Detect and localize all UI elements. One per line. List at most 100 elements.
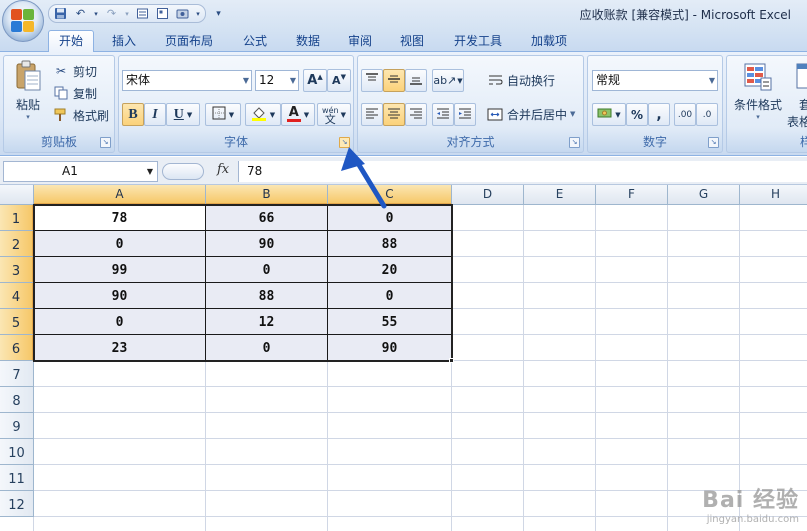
tab-insert[interactable]: 插入 [104, 32, 144, 52]
row-header-3[interactable]: 3 [0, 257, 34, 283]
percent-style-button[interactable]: % [626, 103, 648, 126]
undo-icon[interactable]: ↶ [72, 5, 89, 22]
camera-icon[interactable] [174, 5, 191, 22]
shrink-font-button[interactable]: A ▼ [327, 69, 351, 92]
orientation-button[interactable]: ab↗ ▼ [432, 69, 464, 92]
fill-handle[interactable] [449, 358, 454, 363]
row-header-4[interactable]: 4 [0, 283, 34, 309]
cell-c1[interactable]: 0 [328, 205, 452, 231]
row-header-10[interactable]: 10 [0, 439, 34, 465]
cell-a3[interactable]: 99 [34, 257, 206, 283]
format-as-table-button[interactable]: 套 表格 [787, 62, 807, 130]
copy-button[interactable]: 复制 [52, 82, 97, 104]
tab-page-layout[interactable]: 页面布局 [158, 32, 220, 52]
column-header-h[interactable]: H [740, 185, 807, 205]
align-right-button[interactable] [405, 103, 427, 126]
tab-home[interactable]: 开始 [48, 30, 94, 53]
underline-button[interactable]: U ▼ [166, 103, 200, 126]
phonetic-guide-button[interactable]: wén 文 ▼ [317, 103, 351, 126]
cell-c6[interactable]: 90 [328, 335, 452, 361]
font-name-select[interactable]: 宋体 ▼ [122, 70, 252, 91]
formula-expand-pill[interactable] [162, 163, 204, 180]
cell-a1[interactable]: 78 [34, 205, 206, 231]
font-color-button[interactable]: A ▼ [281, 103, 315, 126]
borders-button[interactable]: ▼ [205, 103, 241, 126]
column-header-c[interactable]: C [328, 185, 452, 205]
redo-icon[interactable]: ↷ [103, 5, 120, 22]
comma-style-button[interactable]: , [648, 103, 670, 126]
column-header-e[interactable]: E [524, 185, 596, 205]
row-header-5[interactable]: 5 [0, 309, 34, 335]
name-box[interactable]: A1 ▼ [3, 161, 158, 182]
column-header-b[interactable]: B [206, 185, 328, 205]
print-preview-icon[interactable] [134, 5, 151, 22]
formula-input[interactable]: 78 [238, 161, 807, 182]
row-header-11[interactable]: 11 [0, 465, 34, 491]
cell-b3[interactable]: 0 [206, 257, 328, 283]
decrease-indent-button[interactable] [432, 103, 454, 126]
customize-qat-icon[interactable]: ▾ [210, 5, 227, 22]
clipboard-launcher-icon[interactable]: ↘ [100, 137, 111, 148]
insert-function-icon[interactable]: fx [217, 162, 229, 177]
cell-b2[interactable]: 90 [206, 231, 328, 257]
cell-c2[interactable]: 88 [328, 231, 452, 257]
tab-view[interactable]: 视图 [392, 32, 432, 52]
cell-b4[interactable]: 88 [206, 283, 328, 309]
tab-developer[interactable]: 开发工具 [446, 32, 510, 52]
cut-button[interactable]: ✂ 剪切 [52, 60, 97, 82]
number-format-select[interactable]: 常规 ▼ [592, 70, 718, 91]
format-painter-button[interactable]: 格式刷 [52, 104, 109, 126]
row-header-9[interactable]: 9 [0, 413, 34, 439]
redo-dropdown-icon[interactable]: ▾ [123, 5, 131, 22]
font-dialog-launcher-icon[interactable]: ↘ [339, 137, 350, 148]
column-header-g[interactable]: G [668, 185, 740, 205]
tab-addins[interactable]: 加载项 [524, 32, 574, 52]
fill-color-button[interactable]: ▼ [245, 103, 281, 126]
cell-c5[interactable]: 55 [328, 309, 452, 335]
align-center-button[interactable] [383, 103, 405, 126]
font-size-select[interactable]: 12 ▼ [255, 70, 299, 91]
increase-indent-button[interactable] [454, 103, 476, 126]
accounting-format-button[interactable]: ▼ [592, 103, 626, 126]
cell-a2[interactable]: 0 [34, 231, 206, 257]
select-all-corner[interactable] [0, 185, 34, 205]
cell-b5[interactable]: 12 [206, 309, 328, 335]
cell-b6[interactable]: 0 [206, 335, 328, 361]
row-header-2[interactable]: 2 [0, 231, 34, 257]
paste-button[interactable]: 粘贴 ▾ [10, 60, 46, 130]
cell-a4[interactable]: 90 [34, 283, 206, 309]
tab-data[interactable]: 数据 [288, 32, 328, 52]
row-header-12[interactable]: 12 [0, 491, 34, 517]
grow-font-button[interactable]: A ▲ [303, 69, 327, 92]
conditional-formatting-button[interactable]: 条件格式 ▾ [731, 62, 785, 121]
column-header-d[interactable]: D [452, 185, 524, 205]
align-left-button[interactable] [361, 103, 383, 126]
row-header-7[interactable]: 7 [0, 361, 34, 387]
more-dropdown-icon[interactable]: ▾ [194, 5, 202, 22]
cell-c4[interactable]: 0 [328, 283, 452, 309]
merge-center-button[interactable]: 合并后居中 ▼ [486, 103, 575, 125]
column-header-a[interactable]: A [34, 185, 206, 205]
alignment-launcher-icon[interactable]: ↘ [569, 137, 580, 148]
cell-c3[interactable]: 20 [328, 257, 452, 283]
align-top-button[interactable] [361, 69, 383, 92]
bold-button[interactable]: B [122, 103, 144, 126]
cell-b1[interactable]: 66 [206, 205, 328, 231]
wrap-text-button[interactable]: 自动换行 [486, 69, 555, 91]
row-header-6[interactable]: 6 [0, 335, 34, 361]
save-icon[interactable] [52, 5, 69, 22]
increase-decimal-button[interactable]: .00 [674, 103, 696, 126]
align-middle-button[interactable] [383, 69, 405, 92]
align-bottom-button[interactable] [405, 69, 427, 92]
form-icon[interactable] [154, 5, 171, 22]
cell-a6[interactable]: 23 [34, 335, 206, 361]
decrease-decimal-button[interactable]: .0 [696, 103, 718, 126]
column-header-f[interactable]: F [596, 185, 668, 205]
italic-button[interactable]: I [144, 103, 166, 126]
number-launcher-icon[interactable]: ↘ [708, 137, 719, 148]
tab-formulas[interactable]: 公式 [235, 32, 275, 52]
undo-dropdown-icon[interactable]: ▾ [92, 5, 100, 22]
row-header-1[interactable]: 1 [0, 205, 34, 231]
cell-a5[interactable]: 0 [34, 309, 206, 335]
worksheet-grid[interactable]: A B C D E F G H 1 2 3 4 5 6 7 8 9 10 11 12 78 66 0 0 90 88 99 0 20 90… [0, 185, 807, 531]
